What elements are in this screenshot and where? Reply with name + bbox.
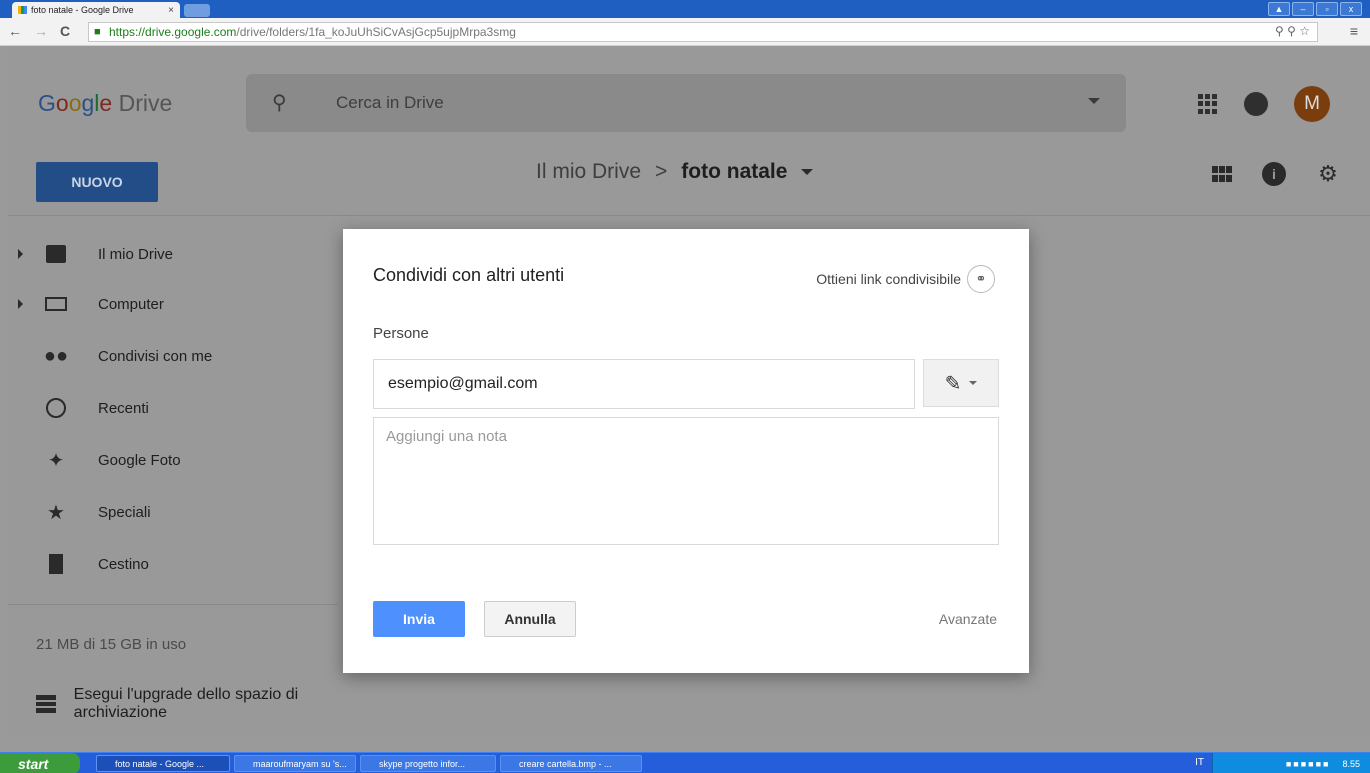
tray-icons[interactable]: ■■■■■■ — [1286, 759, 1331, 769]
people-email-input[interactable] — [373, 359, 915, 409]
taskbar-item[interactable]: creare cartella.bmp - ... — [500, 755, 642, 772]
header-actions: M — [1198, 86, 1330, 122]
taskbar-item[interactable]: foto natale - Google ... — [96, 755, 230, 772]
note-textarea[interactable] — [373, 417, 999, 545]
info-icon[interactable]: i — [1262, 162, 1286, 186]
forward-button[interactable]: → — [34, 23, 48, 39]
search-placeholder: Cerca in Drive — [336, 93, 444, 112]
pinwheel-icon: ✦ — [47, 449, 65, 472]
share-dialog: Condividi con altri utenti Ottieni link … — [343, 229, 1029, 673]
address-bar-row: ← → C ■ https:// drive.google.com /drive… — [0, 18, 1370, 46]
sidebar: Il mio Drive Computer ●● Condivisi con m… — [8, 218, 338, 736]
dialog-title: Condividi con altri utenti — [373, 265, 565, 285]
link-icon[interactable]: ⚭ — [967, 265, 995, 293]
clock: 8.55 — [1342, 758, 1360, 769]
drive-icon — [44, 242, 68, 266]
sidebar-item-shared[interactable]: ●● Condivisi con me — [8, 336, 338, 376]
permission-dropdown-button[interactable]: ✎ — [923, 359, 999, 407]
sidebar-item-my-drive[interactable]: Il mio Drive — [8, 234, 338, 274]
storage-icon — [36, 695, 56, 714]
expand-arrow-icon[interactable] — [18, 249, 23, 259]
search-options-chevron-icon[interactable] — [1088, 98, 1100, 104]
windows-taskbar: start foto natale - Google ... maaroufma… — [0, 752, 1370, 773]
notifications-bell-icon[interactable] — [1244, 92, 1268, 116]
drive-toolbar: NUOVO Il mio Drive > foto natale i ⚙ — [8, 146, 1370, 216]
start-button[interactable]: start — [0, 753, 80, 773]
window-restore-button[interactable]: ▲ — [1268, 2, 1290, 16]
system-tray: ■■■■■■ 8.55 — [1212, 753, 1370, 773]
account-avatar[interactable]: M — [1294, 86, 1330, 122]
breadcrumb-separator-icon: > — [655, 160, 668, 183]
reload-button[interactable]: C — [60, 23, 70, 39]
drive-favicon-icon — [18, 6, 27, 14]
advanced-link[interactable]: Avanzate — [939, 611, 997, 627]
sidebar-item-photos[interactable]: ✦ Google Foto — [8, 440, 338, 480]
google-drive-logo[interactable]: Google Drive — [38, 90, 172, 117]
sidebar-item-computer[interactable]: Computer — [8, 284, 338, 324]
star-icon: ★ — [47, 501, 65, 524]
browser-menu-icon[interactable]: ≡ — [1350, 23, 1358, 39]
send-button[interactable]: Invia — [373, 601, 465, 637]
breadcrumb-current[interactable]: foto natale — [681, 160, 787, 184]
url-actions: ⚲ ⚲ ☆ — [1275, 24, 1310, 38]
storage-usage: 21 MB di 15 GB in uso — [36, 636, 187, 653]
sidebar-item-trash[interactable]: Cestino — [8, 544, 338, 584]
new-button[interactable]: NUOVO — [36, 162, 158, 202]
new-tab-button[interactable] — [184, 4, 210, 17]
view-actions: i ⚙ — [1212, 161, 1340, 186]
nav-buttons: ← → C — [8, 23, 70, 39]
bookmark-star-icon[interactable]: ☆ — [1299, 24, 1310, 38]
sidebar-item-recent[interactable]: Recenti — [8, 388, 338, 428]
window-buttons: ▲ – ▫ x — [1268, 2, 1362, 16]
url-host: drive.google.com — [145, 25, 237, 39]
tab-title: foto natale - Google Drive — [31, 5, 134, 15]
sidebar-divider — [8, 604, 338, 605]
breadcrumb: Il mio Drive > foto natale — [536, 160, 814, 184]
people-icon: ●● — [43, 344, 69, 367]
expand-arrow-icon[interactable] — [18, 299, 23, 309]
taskbar-item[interactable]: maaroufmaryam su 's... — [234, 755, 356, 772]
pencil-icon: ✎ — [944, 372, 962, 395]
browser-titlebar: foto natale - Google Drive × ▲ – ▫ x — [0, 0, 1370, 18]
cancel-button[interactable]: Annulla — [484, 601, 576, 637]
trash-icon — [44, 552, 68, 576]
chevron-down-icon — [969, 381, 978, 385]
upgrade-storage-link[interactable]: Esegui l'upgrade dello spazio di archivi… — [36, 686, 338, 722]
taskbar-item[interactable]: skype progetto infor... — [360, 755, 496, 772]
breadcrumb-root[interactable]: Il mio Drive — [536, 160, 641, 184]
people-label: Persone — [373, 325, 429, 342]
url-path: /drive/folders/1fa_koJuUhSiCvAsjGcp5ujpM… — [236, 25, 516, 39]
gear-icon[interactable]: ⚙ — [1316, 161, 1340, 186]
window-close-button[interactable]: x — [1340, 2, 1362, 16]
back-button[interactable]: ← — [8, 23, 22, 39]
browser-tab[interactable]: foto natale - Google Drive × — [12, 2, 180, 18]
url-scheme: https:// — [109, 25, 146, 39]
sidebar-item-starred[interactable]: ★ Speciali — [8, 492, 338, 532]
computer-icon — [44, 292, 68, 316]
search-icon[interactable]: ⚲ — [272, 90, 287, 115]
clock-icon — [44, 396, 68, 420]
drive-header: Google Drive ⚲ Cerca in Drive M — [8, 46, 1370, 132]
apps-grid-icon[interactable] — [1198, 94, 1218, 114]
folder-menu-chevron-icon[interactable] — [801, 169, 814, 175]
grid-view-icon[interactable] — [1212, 166, 1232, 182]
language-indicator[interactable]: IT — [1195, 757, 1204, 768]
zoom-icon[interactable]: ⚲ — [1275, 24, 1284, 38]
drive-search-bar[interactable]: ⚲ Cerca in Drive — [246, 74, 1126, 132]
tab-close-icon[interactable]: × — [168, 5, 174, 16]
lock-icon: ■ — [94, 26, 101, 38]
pin-icon[interactable]: ⚲ — [1287, 24, 1296, 38]
url-field[interactable]: ■ https:// drive.google.com /drive/folde… — [88, 22, 1318, 42]
window-minimize-button[interactable]: – — [1292, 2, 1314, 16]
get-shareable-link[interactable]: Ottieni link condivisibile ⚭ — [816, 265, 995, 293]
window-maximize-button[interactable]: ▫ — [1316, 2, 1338, 16]
